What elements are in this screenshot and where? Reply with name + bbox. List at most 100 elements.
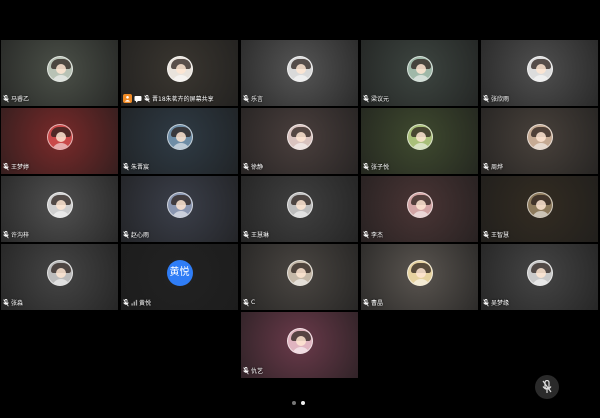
participant-nameplate: 梁议元 (363, 93, 389, 104)
chat-icon (134, 95, 142, 103)
participant-tile[interactable]: 张淼 (0, 243, 119, 311)
muted-microphone-icon (363, 298, 369, 307)
participant-name: 王慧琳 (251, 232, 270, 239)
avatar (286, 328, 313, 354)
participant-name: 黄悦 (139, 300, 152, 307)
participant-nameplate: 黄悦 (123, 297, 151, 308)
participant-nameplate: 乐言 (243, 93, 263, 104)
muted-microphone-icon (483, 162, 489, 171)
participant-tile[interactable]: 周烨 (480, 107, 599, 175)
microphone-toggle-button[interactable] (535, 375, 559, 399)
avatar (526, 56, 553, 82)
avatar (406, 260, 433, 286)
participant-tile[interactable]: 黄悦 黄悦 (120, 243, 239, 311)
participant-tile[interactable]: C (240, 243, 359, 311)
muted-microphone-icon (483, 298, 489, 307)
avatar (526, 192, 553, 218)
avatar (526, 124, 553, 150)
avatar (286, 260, 313, 286)
screen-share-icon (123, 94, 132, 103)
page-dot[interactable] (292, 401, 296, 405)
muted-microphone-icon (243, 94, 249, 103)
muted-microphone-icon (3, 162, 9, 171)
participant-tile[interactable]: 赵心雨 (120, 175, 239, 243)
avatar (286, 124, 313, 150)
muted-microphone-icon (363, 162, 369, 171)
signal-icon (131, 299, 138, 307)
participant-tile[interactable]: 徐静 (240, 107, 359, 175)
participant-nameplate: 张淼 (3, 297, 23, 308)
participant-nameplate: 许沟梓 (3, 229, 29, 240)
muted-microphone-icon (363, 230, 369, 239)
participant-tile[interactable]: 梁议元 (360, 39, 479, 107)
avatar (286, 56, 313, 82)
avatar (166, 192, 193, 218)
participant-nameplate: 王梦婷 (3, 161, 29, 172)
muted-microphone-icon (3, 94, 9, 103)
avatar: 黄悦 (166, 260, 193, 286)
participant-name: 李杰 (371, 232, 384, 239)
participant-name: 乐言 (251, 96, 264, 103)
participant-tile[interactable]: 张欣雨 (480, 39, 599, 107)
participant-name: 赵心雨 (131, 232, 150, 239)
muted-microphone-icon (243, 230, 249, 239)
avatar (46, 124, 73, 150)
participant-tile[interactable]: 张子悦 (360, 107, 479, 175)
avatar (406, 124, 433, 150)
participant-name: 曹晶 (371, 300, 384, 307)
participant-name: C (251, 299, 256, 306)
participant-nameplate: 周烨 (483, 161, 503, 172)
participant-name: 许沟梓 (11, 232, 30, 239)
participant-tile[interactable]: 王慧琳 (240, 175, 359, 243)
participant-nameplate: 赵心雨 (123, 229, 149, 240)
participant-tile[interactable]: 王梦婷 (0, 107, 119, 175)
participant-nameplate: 曹晶 (363, 297, 383, 308)
page-dot[interactable] (301, 401, 305, 405)
muted-microphone-icon (483, 94, 489, 103)
participant-name: 梁议元 (371, 96, 390, 103)
muted-microphone-icon (243, 162, 249, 171)
avatar (46, 56, 73, 82)
participant-name: 晋18朱茗卉的屏幕共享 (152, 96, 214, 103)
avatar (406, 56, 433, 82)
muted-microphone-icon (3, 230, 9, 239)
muted-microphone-icon (243, 298, 249, 307)
participant-tile[interactable]: 朱晋宸 (120, 107, 239, 175)
participant-name: 徐静 (251, 164, 264, 171)
participant-tile[interactable]: 乐言 (240, 39, 359, 107)
participant-tile[interactable]: 晋18朱茗卉的屏幕共享 (120, 39, 239, 107)
muted-microphone-icon (3, 298, 9, 307)
participant-nameplate: 张欣雨 (483, 93, 509, 104)
avatar (286, 192, 313, 218)
participant-tile[interactable]: 曹晶 (360, 243, 479, 311)
muted-microphone-icon (483, 230, 489, 239)
participant-tile[interactable]: 仇艺 (240, 311, 359, 379)
participant-grid: 马睿乙 晋18朱茗卉的屏幕共享 乐言 梁议元 张欣雨王梦婷 朱晋宸 徐静 张子悦 周烨许沟梓 赵心… (0, 39, 600, 379)
participant-name: 王智慧 (491, 232, 510, 239)
avatar (166, 124, 193, 150)
participant-tile[interactable]: 马睿乙 (0, 39, 119, 107)
participant-tile[interactable]: 许沟梓 (0, 175, 119, 243)
participant-nameplate: 徐静 (243, 161, 263, 172)
participant-name: 朱晋宸 (131, 164, 150, 171)
muted-microphone-icon (123, 162, 129, 171)
participant-name: 张欣雨 (491, 96, 510, 103)
participant-name: 王梦婷 (11, 164, 30, 171)
participant-nameplate: 马睿乙 (3, 93, 29, 104)
avatar (166, 56, 193, 82)
muted-microphone-icon (123, 230, 129, 239)
participant-tile[interactable]: 李杰 (360, 175, 479, 243)
participant-nameplate: 朱晋宸 (123, 161, 149, 172)
muted-microphone-icon (144, 94, 150, 103)
participant-nameplate: C (243, 297, 255, 308)
avatar (46, 192, 73, 218)
participant-tile[interactable]: 吴梦缘 (480, 243, 599, 311)
participant-name: 张淼 (11, 300, 24, 307)
avatar (526, 260, 553, 286)
muted-microphone-icon (363, 94, 369, 103)
participant-name: 张子悦 (371, 164, 390, 171)
participant-tile[interactable]: 王智慧 (480, 175, 599, 243)
page-indicator[interactable] (292, 401, 305, 405)
muted-microphone-icon (123, 298, 129, 307)
participant-nameplate: 吴梦缘 (483, 297, 509, 308)
